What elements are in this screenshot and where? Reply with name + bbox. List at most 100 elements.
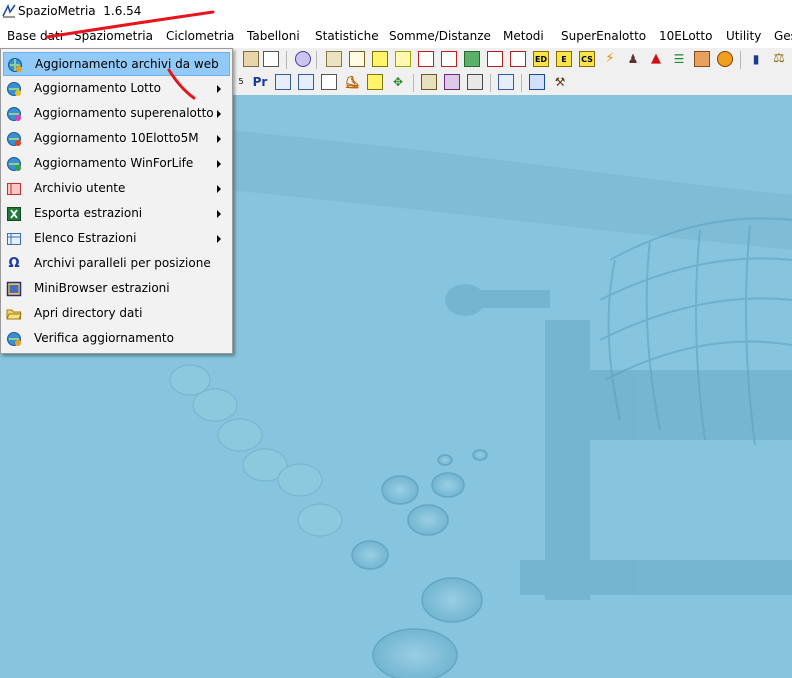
menu-item-label: Aggiornamento archivi da web	[35, 57, 219, 71]
submenu-arrow-icon	[217, 185, 221, 193]
menu-item-label: Esporta estrazioni	[34, 206, 143, 220]
window-title: SpazioMetria 1.6.54	[18, 4, 141, 18]
grid-orange-icon[interactable]	[694, 51, 710, 67]
folder-open-icon	[6, 309, 22, 320]
menu-superenalotto[interactable]: SuperEnalotto	[561, 29, 646, 43]
boot-icon[interactable]: ⛸	[344, 74, 360, 90]
folder-star-icon[interactable]	[421, 74, 437, 90]
menu-statistiche[interactable]: Statistiche	[315, 29, 379, 43]
app-version: 1.6.54	[103, 4, 142, 18]
tools-icon[interactable]	[467, 74, 483, 90]
menu-item-label: Aggiornamento Lotto	[34, 81, 161, 95]
document-icon[interactable]	[263, 51, 279, 67]
toolbar-separator	[521, 74, 522, 92]
cs-button-icon[interactable]: CS	[579, 51, 595, 67]
menu-item-aggiornamento-archivi-web[interactable]: Aggiornamento archivi da web	[3, 52, 230, 76]
excel-export-icon	[7, 207, 21, 221]
menu-base-dati[interactable]: Base dati	[7, 29, 63, 43]
app-logo-icon	[2, 4, 16, 18]
submenu-arrow-icon	[217, 110, 221, 118]
folder-purple-icon[interactable]	[444, 74, 460, 90]
hammer-icon[interactable]: ⚒	[552, 74, 568, 90]
globe-update-icon	[8, 58, 22, 72]
submenu-arrow-icon	[217, 85, 221, 93]
ed-button-icon[interactable]: ED	[533, 51, 549, 67]
menu-item-aggiornamento-lotto[interactable]: Aggiornamento Lotto	[3, 77, 230, 101]
toolbar-partial-label: 5	[238, 77, 244, 86]
pr-button-icon[interactable]: Pr	[252, 74, 268, 90]
user-archive-icon	[7, 183, 21, 195]
submenu-arrow-icon	[217, 235, 221, 243]
info-icon[interactable]	[529, 74, 545, 90]
menu-item-aggiornamento-superenalotto[interactable]: Aggiornamento superenalotto	[3, 102, 230, 126]
app-name: SpazioMetria	[18, 4, 96, 18]
menu-spaziometria[interactable]: Spaziometria	[74, 29, 153, 43]
menu-tabelloni[interactable]: Tabelloni	[247, 29, 300, 43]
chart-edit-icon[interactable]	[326, 51, 342, 67]
menu-metodi[interactable]: Metodi	[503, 29, 544, 43]
menu-item-label: Verifica aggiornamento	[34, 331, 174, 345]
bar-chart-icon[interactable]: ▮	[748, 51, 764, 67]
omega-icon: Ω	[8, 256, 20, 271]
menu-item-label: Archivi paralleli per posizione	[34, 256, 211, 270]
yellow-box-icon[interactable]	[367, 74, 383, 90]
figure-icon[interactable]: ♟	[625, 51, 641, 67]
menu-item-label: Aggiornamento 10Elotto5M	[34, 131, 199, 145]
list-green-icon[interactable]: ☰	[671, 51, 687, 67]
menu-item-archivi-paralleli[interactable]: Ω Archivi paralleli per posizione	[3, 252, 230, 276]
submenu-arrow-icon	[217, 135, 221, 143]
menu-utility[interactable]: Utility	[726, 29, 761, 43]
note-edit-icon[interactable]	[349, 51, 365, 67]
menu-bar: Base dati Spaziometria Ciclometria Tabel…	[0, 25, 792, 49]
menu-item-label: Aggiornamento superenalotto	[34, 106, 214, 120]
menu-item-elenco-estrazioni[interactable]: Elenco Estrazioni	[3, 227, 230, 251]
menu-item-verifica-aggiornamento[interactable]: Verifica aggiornamento	[3, 327, 230, 351]
title-bar: SpazioMetria 1.6.54	[0, 0, 792, 24]
calculator-icon[interactable]	[275, 74, 291, 90]
table-red-icon[interactable]	[487, 51, 503, 67]
pen-tool-icon[interactable]	[243, 51, 259, 67]
base-dati-dropdown: Aggiornamento archivi da web Aggiornamen…	[0, 48, 233, 354]
globe-superenalotto-icon	[7, 107, 21, 121]
table-small-icon[interactable]	[395, 51, 411, 67]
menu-item-esporta-estrazioni[interactable]: Esporta estrazioni	[3, 202, 230, 226]
globe-lotto-icon	[7, 82, 21, 96]
wheel-icon[interactable]	[717, 51, 733, 67]
toolbar-separator	[490, 74, 491, 92]
menu-item-label: Elenco Estrazioni	[34, 231, 137, 245]
menu-10elotto[interactable]: 10ELotto	[659, 29, 712, 43]
toolbar-separator	[316, 51, 317, 69]
menu-item-archivio-utente[interactable]: Archivio utente	[3, 177, 230, 201]
list-page-icon[interactable]	[321, 74, 337, 90]
keyboard-icon[interactable]	[498, 74, 514, 90]
toolbar-separator	[413, 74, 414, 92]
menu-item-apri-directory-dati[interactable]: Apri directory dati	[3, 302, 230, 326]
menu-item-aggiornamento-10elotto5m[interactable]: Aggiornamento 10Elotto5M	[3, 127, 230, 151]
e-button-icon[interactable]: E	[556, 51, 572, 67]
lightning-icon[interactable]: ⚡	[602, 51, 618, 67]
red-triangle-icon[interactable]: ▲	[648, 51, 664, 67]
table-red-2-icon[interactable]	[510, 51, 526, 67]
menu-item-aggiornamento-winforlife[interactable]: Aggiornamento WinForLife	[3, 152, 230, 176]
menu-item-label: Archivio utente	[34, 181, 126, 195]
scales-icon[interactable]: ⚖	[771, 51, 787, 67]
arrows-icon[interactable]: ✥	[390, 74, 406, 90]
grid-yellow-icon[interactable]	[372, 51, 388, 67]
window-red-icon[interactable]	[418, 51, 434, 67]
menu-somme-distanze[interactable]: Somme/Distanze	[389, 29, 491, 43]
menu-item-label: Apri directory dati	[34, 306, 143, 320]
menu-item-label: Aggiornamento WinForLife	[34, 156, 194, 170]
grid-green-icon[interactable]	[464, 51, 480, 67]
toolbar-separator	[740, 51, 741, 69]
submenu-arrow-icon	[217, 210, 221, 218]
menu-ciclometria[interactable]: Ciclometria	[166, 29, 234, 43]
menu-item-label: MiniBrowser estrazioni	[34, 281, 170, 295]
triangle-circle-icon[interactable]	[295, 51, 311, 67]
window-red-2-icon[interactable]	[441, 51, 457, 67]
menu-item-minibrowser-estrazioni[interactable]: MiniBrowser estrazioni	[3, 277, 230, 301]
globe-10elotto-icon	[7, 132, 21, 146]
menu-gestione[interactable]: Ges	[774, 29, 792, 43]
globe-winforlife-icon	[7, 157, 21, 171]
submenu-arrow-icon	[217, 160, 221, 168]
table-blue-icon[interactable]	[298, 74, 314, 90]
